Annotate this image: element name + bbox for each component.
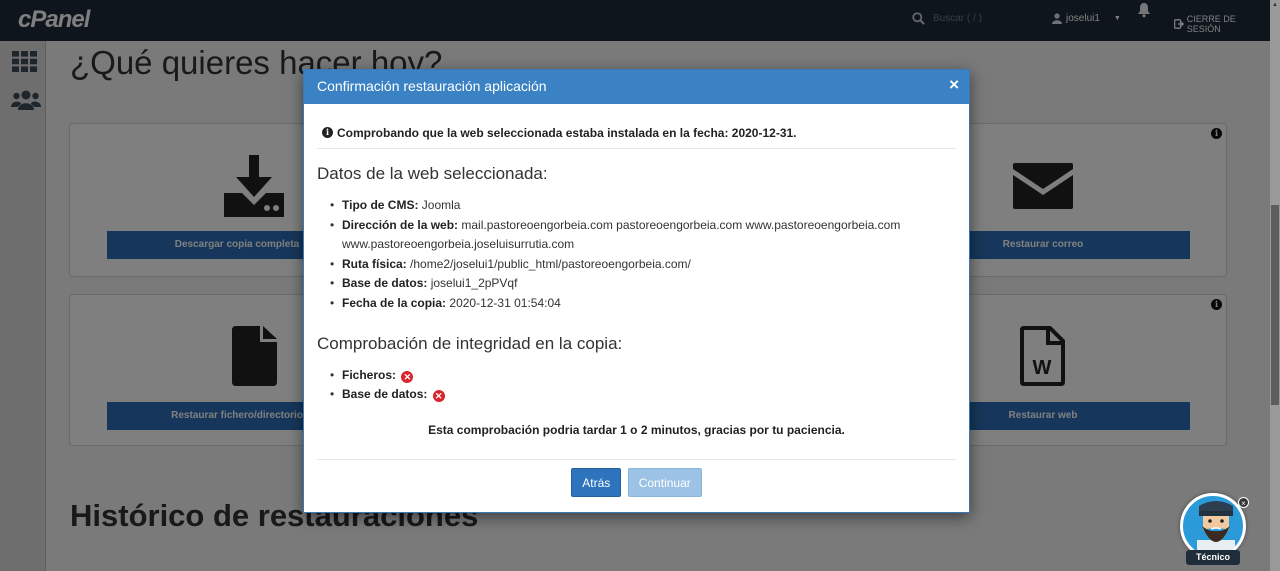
- modal-title: Confirmación restauración aplicación: [317, 78, 547, 94]
- list-item: Fecha de la copia: 2020-12-31 01:54:04: [330, 294, 956, 314]
- close-widget-icon[interactable]: ×: [1238, 497, 1249, 508]
- list-item: Ruta física: /home2/joselui1/public_html…: [330, 255, 956, 275]
- data-section-title: Datos de la web seleccionada:: [317, 164, 548, 183]
- scrollbar-thumb[interactable]: [1271, 205, 1279, 405]
- restore-confirmation-modal: Confirmación restauración aplicación × i…: [303, 69, 970, 513]
- divider: [317, 458, 956, 460]
- list-item: Base de datos: joselui1_2pPVqf: [330, 274, 956, 294]
- close-icon[interactable]: ×: [949, 75, 959, 95]
- modal-header: Confirmación restauración aplicación ×: [304, 70, 969, 104]
- list-item: Ficheros: ✕: [330, 366, 956, 386]
- modal-footer: Atrás Continuar: [304, 468, 969, 497]
- list-item: Base de datos: ✕: [330, 385, 956, 405]
- continue-button[interactable]: Continuar: [627, 468, 702, 497]
- divider: [317, 148, 956, 149]
- integrity-list: Ficheros: ✕ Base de datos: ✕: [317, 366, 956, 405]
- web-details-list: Tipo de CMS: Joomla Dirección de la web:…: [317, 196, 956, 314]
- list-item: Dirección de la web: mail.pastoreoengorb…: [330, 216, 956, 255]
- support-widget-label: Técnico: [1186, 550, 1240, 565]
- modal-body: i Comprobando que la web seleccionada es…: [304, 104, 969, 460]
- scroll-up-arrow-icon[interactable]: ▲: [1272, 2, 1278, 8]
- check-notice: i Comprobando que la web seleccionada es…: [317, 104, 956, 148]
- error-x-icon: ✕: [432, 390, 445, 403]
- list-item: Tipo de CMS: Joomla: [330, 196, 956, 216]
- notice-text: Comprobando que la web seleccionada esta…: [337, 125, 797, 140]
- back-button[interactable]: Atrás: [571, 468, 622, 497]
- page-scrollbar[interactable]: ▲: [1270, 0, 1280, 571]
- error-x-icon: ✕: [401, 370, 414, 383]
- integrity-section-title: Comprobación de integridad en la copia:: [317, 333, 623, 353]
- info-icon: i: [322, 127, 333, 138]
- wait-message: Esta comprobación podria tardar 1 o 2 mi…: [428, 422, 845, 437]
